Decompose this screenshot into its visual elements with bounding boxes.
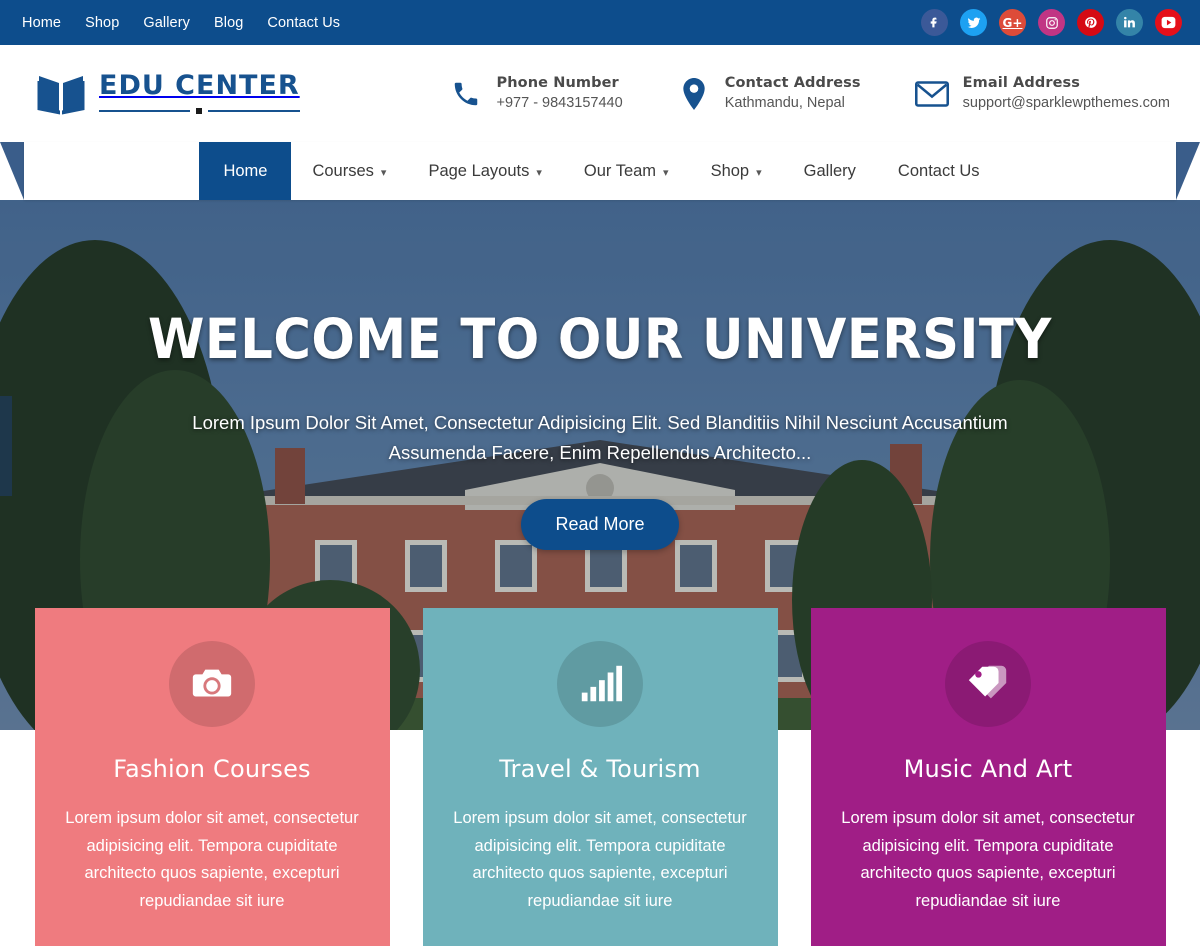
contact-address-title: Contact Address xyxy=(724,74,861,91)
main-navigation-wrap: Home Courses ▾ Page Layouts ▾ Our Team ▾… xyxy=(0,142,1200,200)
chevron-down-icon: ▾ xyxy=(380,166,387,179)
nav-our-team[interactable]: Our Team ▾ xyxy=(563,142,690,200)
topnav-blog[interactable]: Blog xyxy=(214,15,243,31)
contact-phone-title: Phone Number xyxy=(496,74,619,91)
tags-icon xyxy=(945,641,1031,727)
ribbon-fold-right xyxy=(1176,142,1200,200)
feature-card-travel-tourism[interactable]: Travel & Tourism Lorem ipsum dolor sit a… xyxy=(422,608,778,946)
feature-card-travel-tourism-title: Travel & Tourism xyxy=(499,755,701,783)
youtube-icon[interactable] xyxy=(1155,9,1182,36)
open-book-icon xyxy=(36,72,86,116)
facebook-icon[interactable] xyxy=(921,9,948,36)
topnav-home[interactable]: Home xyxy=(22,15,61,31)
header-contacts: Phone Number +977 - 9843157440 Contact A… xyxy=(449,74,1179,113)
linkedin-icon[interactable] xyxy=(1116,9,1143,36)
top-bar: Home Shop Gallery Blog Contact Us G+ xyxy=(0,0,1200,45)
contact-address-value: Kathmandu, Nepal xyxy=(724,94,845,111)
site-header: EDU CENTER Phone Number +977 - 984315744… xyxy=(0,45,1200,142)
contact-email-value: support@sparklewpthemes.com xyxy=(962,94,1170,111)
feature-cards: Fashion Courses Lorem ipsum dolor sit am… xyxy=(0,608,1200,946)
chevron-down-icon: ▾ xyxy=(536,166,542,179)
logo-underline xyxy=(99,106,300,116)
chevron-down-icon: ▾ xyxy=(663,166,669,179)
hero-subtitle: Lorem Ipsum Dolor Sit Amet, Consectetur … xyxy=(192,412,1008,463)
topnav-gallery[interactable]: Gallery xyxy=(143,15,190,31)
topnav-contact-us[interactable]: Contact Us xyxy=(267,15,340,31)
nav-contact-us[interactable]: Contact Us xyxy=(877,142,1001,200)
feature-card-fashion-courses[interactable]: Fashion Courses Lorem ipsum dolor sit am… xyxy=(34,608,390,946)
bar-chart-icon xyxy=(557,641,643,727)
feature-card-fashion-courses-text: Lorem ipsum dolor sit amet, consectetur … xyxy=(65,809,359,911)
twitter-icon[interactable] xyxy=(960,9,987,36)
nav-gallery-label: Gallery xyxy=(803,161,856,180)
google-plus-icon[interactable]: G+ xyxy=(999,9,1026,36)
contact-email: Email Address support@sparklewpthemes.co… xyxy=(914,74,1170,113)
nav-shop-label: Shop xyxy=(710,161,750,180)
nav-gallery[interactable]: Gallery xyxy=(783,142,877,200)
map-pin-icon xyxy=(677,77,711,110)
main-navigation: Home Courses ▾ Page Layouts ▾ Our Team ▾… xyxy=(24,142,1176,200)
top-navigation: Home Shop Gallery Blog Contact Us xyxy=(22,15,340,31)
nav-courses-label: Courses xyxy=(312,161,374,180)
contact-phone-value: +977 - 9843157440 xyxy=(496,94,623,111)
nav-shop[interactable]: Shop ▾ xyxy=(690,142,783,200)
phone-icon xyxy=(449,79,483,109)
nav-our-team-label: Our Team xyxy=(583,161,657,180)
contact-phone: Phone Number +977 - 9843157440 xyxy=(449,74,623,113)
topnav-shop[interactable]: Shop xyxy=(85,15,119,31)
social-links: G+ xyxy=(921,9,1188,36)
feature-card-music-and-art[interactable]: Music And Art Lorem ipsum dolor sit amet… xyxy=(810,608,1166,946)
contact-email-title: Email Address xyxy=(962,74,1080,91)
envelope-icon xyxy=(914,80,949,108)
nav-page-layouts-label: Page Layouts xyxy=(428,161,530,180)
instagram-icon[interactable] xyxy=(1038,9,1065,36)
logo-wordmark: EDU CENTER xyxy=(99,69,300,101)
nav-home[interactable]: Home xyxy=(199,142,292,200)
nav-page-layouts[interactable]: Page Layouts ▾ xyxy=(407,142,562,200)
feature-card-music-and-art-text: Lorem ipsum dolor sit amet, consectetur … xyxy=(841,809,1135,911)
nav-courses[interactable]: Courses ▾ xyxy=(291,142,407,200)
hero-title: WELCOME TO OUR UNIVERSITY xyxy=(148,307,1052,371)
feature-card-music-and-art-title: Music And Art xyxy=(903,755,1073,783)
site-logo[interactable]: EDU CENTER xyxy=(36,72,300,116)
slider-prev-arrow[interactable] xyxy=(0,396,12,496)
nav-contact-us-label: Contact Us xyxy=(897,161,980,180)
pinterest-icon[interactable] xyxy=(1077,9,1104,36)
read-more-button[interactable]: Read More xyxy=(521,498,679,550)
nav-home-label: Home xyxy=(223,161,268,180)
ribbon-fold-left xyxy=(0,142,24,200)
feature-card-fashion-courses-title: Fashion Courses xyxy=(113,755,311,783)
contact-address: Contact Address Kathmandu, Nepal xyxy=(677,74,861,113)
camera-icon xyxy=(169,641,255,727)
feature-card-travel-tourism-text: Lorem ipsum dolor sit amet, consectetur … xyxy=(453,809,747,911)
chevron-down-icon: ▾ xyxy=(756,166,762,179)
